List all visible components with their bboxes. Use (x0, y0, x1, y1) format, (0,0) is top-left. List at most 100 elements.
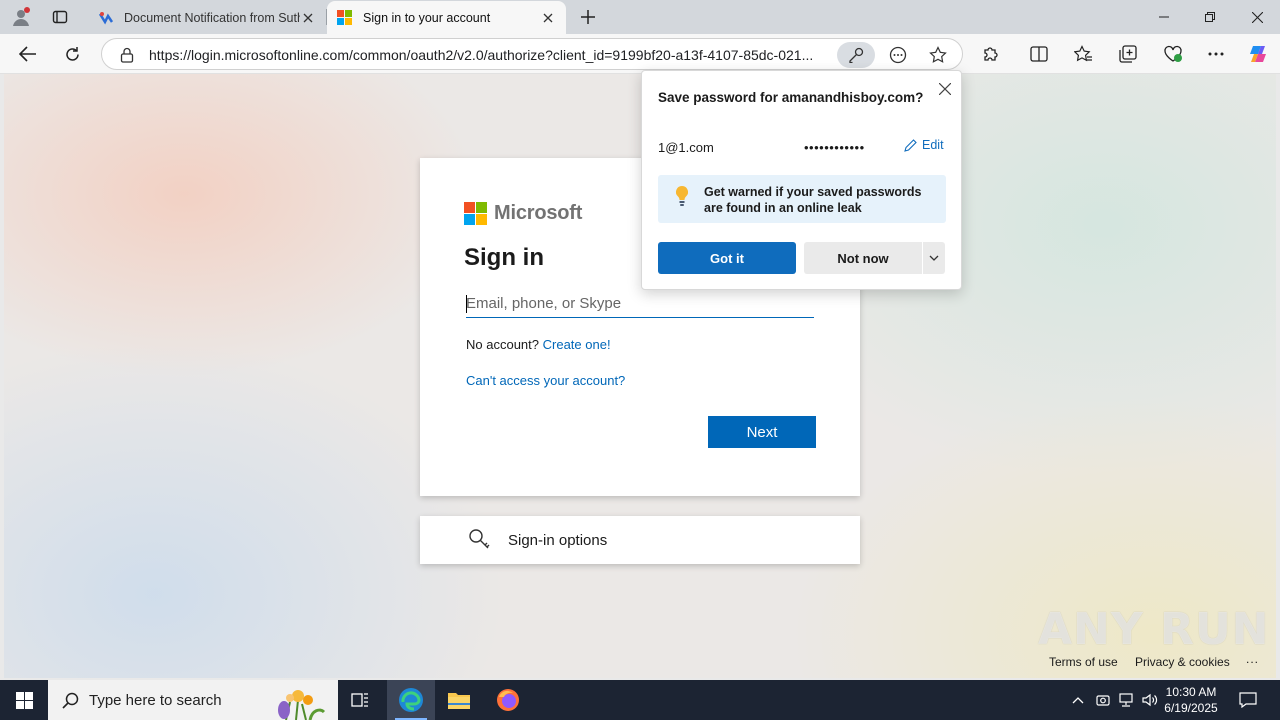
task-view-button[interactable] (336, 680, 384, 720)
leak-warning-info: Get warned if your saved passwords are f… (658, 175, 946, 223)
puzzle-icon (984, 47, 998, 61)
saved-password-mask: •••••••••••• (804, 140, 865, 155)
extensions-button[interactable] (976, 40, 1006, 68)
close-window-button[interactable] (1234, 0, 1280, 34)
save-password-popup: Save password for amanandhisboy.com? 1@1… (641, 70, 962, 290)
task-view-icon (351, 693, 368, 707)
not-now-dropdown-button[interactable] (923, 242, 945, 274)
speaker-icon (1142, 693, 1158, 707)
copilot-button[interactable] (1243, 40, 1273, 68)
signin-options-label: Sign-in options (508, 531, 608, 549)
signin-options-button[interactable]: Sign-in options (420, 516, 860, 564)
more-circle-icon (889, 46, 907, 64)
taskbar-clock[interactable]: 10:30 AM 6/19/2025 (1160, 684, 1222, 716)
taskbar-edge-button[interactable] (387, 680, 435, 720)
profile-icon (13, 7, 30, 26)
taskbar-search-placeholder: Type here to search (89, 691, 222, 709)
taskbar: Type here to search 10:30 AM 6/19/2025 (0, 680, 1280, 720)
back-arrow-icon (19, 46, 36, 62)
split-screen-icon (1030, 46, 1048, 62)
search-icon (62, 692, 79, 709)
microsoft-logo: Microsoft (464, 202, 582, 225)
taskbar-file-explorer-button[interactable] (435, 680, 483, 720)
site-info-button[interactable] (114, 42, 140, 68)
network-icon (1119, 693, 1133, 707)
popup-title: Save password for amanandhisboy.com? (658, 90, 924, 105)
browser-essentials-button[interactable] (1158, 40, 1188, 68)
reader-button[interactable] (885, 42, 911, 68)
start-button[interactable] (0, 680, 48, 720)
edit-label: Edit (922, 138, 944, 152)
close-tab-button[interactable] (540, 10, 556, 26)
key-search-icon (469, 529, 490, 549)
camera-icon (1096, 695, 1110, 706)
edit-credentials-button[interactable]: Edit (904, 138, 944, 152)
close-icon (543, 13, 553, 22)
page-content: Microsoft Sign in No account? Create one… (4, 74, 1276, 678)
footer-more-button[interactable]: ... (1246, 652, 1259, 666)
settings-more-button[interactable] (1201, 40, 1231, 68)
anyrun-watermark: ANY RUN (1038, 604, 1270, 655)
taskbar-firefox-button[interactable] (484, 680, 532, 720)
search-highlight-flowers-icon (278, 690, 326, 720)
key-icon (849, 47, 864, 63)
refresh-button[interactable] (57, 40, 87, 68)
tab-strip: Document Notification from Suth Sign in … (0, 0, 1280, 34)
split-screen-button[interactable] (1024, 40, 1054, 68)
copilot-icon (1250, 46, 1266, 62)
browser-toolbar: https://login.microsoftonline.com/common… (0, 34, 1280, 74)
email-input[interactable] (466, 290, 814, 318)
clock-time: 10:30 AM (1165, 685, 1217, 699)
tab-title: Document Notification from Suth (124, 10, 300, 25)
notifications-button[interactable] (1232, 680, 1264, 720)
password-key-button[interactable] (837, 42, 875, 68)
tab-actions-button[interactable] (45, 4, 75, 30)
tab-title: Sign in to your account (363, 10, 491, 25)
back-button[interactable] (13, 40, 43, 68)
tab-sign-in[interactable]: Sign in to your account (327, 1, 566, 34)
close-icon (1251, 11, 1263, 23)
privacy-link[interactable]: Privacy & cookies (1135, 655, 1230, 669)
lightbulb-icon (675, 185, 689, 206)
address-bar[interactable]: https://login.microsoftonline.com/common… (101, 38, 963, 70)
star-icon (929, 46, 947, 63)
network-tray-button[interactable] (1116, 680, 1136, 720)
close-icon (303, 13, 313, 22)
not-now-button[interactable]: Not now (804, 242, 922, 274)
profile-button[interactable] (6, 4, 36, 30)
popup-close-button[interactable] (935, 79, 955, 99)
microsoft-favicon-icon (337, 9, 353, 26)
leak-warning-text: Get warned if your saved passwords are f… (704, 185, 922, 215)
create-account-link[interactable]: Create one! (543, 337, 611, 352)
volume-tray-button[interactable] (1139, 680, 1161, 720)
pencil-icon (904, 138, 917, 152)
favorites-button[interactable] (1068, 40, 1098, 68)
url-text: https://login.microsoftonline.com/common… (149, 47, 814, 63)
restore-icon (1205, 12, 1215, 22)
terms-link[interactable]: Terms of use (1049, 655, 1118, 669)
edge-icon (399, 688, 423, 712)
firefox-icon (497, 689, 519, 711)
cant-access-link[interactable]: Can't access your account? (466, 373, 625, 388)
ellipsis-icon (1208, 52, 1224, 56)
windows-logo-icon (15, 691, 33, 709)
close-icon (939, 83, 951, 95)
chevron-down-icon (929, 255, 939, 261)
folder-icon (448, 693, 470, 709)
show-hidden-icons-button[interactable] (1068, 680, 1088, 720)
next-button[interactable]: Next (708, 416, 816, 448)
taskbar-search-box[interactable]: Type here to search (48, 680, 338, 720)
new-tab-button[interactable] (576, 4, 600, 30)
saved-username: 1@1.com (658, 140, 714, 155)
close-tab-button[interactable] (300, 10, 316, 26)
no-account-text: No account? Create one! (466, 337, 611, 352)
minimize-button[interactable] (1141, 0, 1187, 34)
refresh-icon (65, 46, 79, 61)
restore-button[interactable] (1187, 0, 1233, 34)
got-it-button[interactable]: Got it (658, 242, 796, 274)
meet-now-tray-button[interactable] (1093, 680, 1113, 720)
collections-button[interactable] (1113, 40, 1143, 68)
tab-document-notification[interactable]: Document Notification from Suth (88, 1, 326, 34)
notification-icon (1239, 692, 1257, 708)
favorite-button[interactable] (925, 42, 951, 68)
